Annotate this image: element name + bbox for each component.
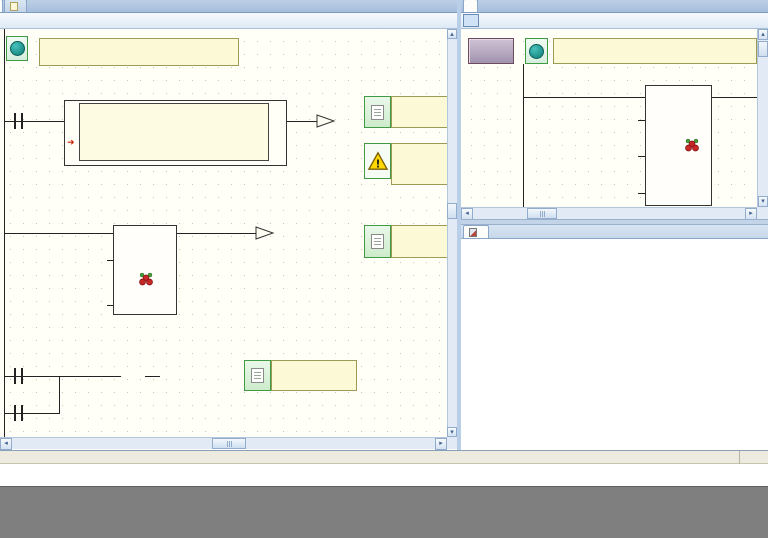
scroll-left-icon[interactable]: ◂: [0, 438, 12, 450]
wire: [712, 97, 757, 98]
scroll-corner: [447, 437, 457, 449]
output-header: [0, 451, 768, 464]
ladder-canvas-right[interactable]: [461, 29, 757, 207]
wire: [638, 120, 645, 121]
network-id[interactable]: [468, 38, 514, 64]
note-block[interactable]: [244, 360, 271, 391]
wire: [638, 156, 645, 157]
wire: [107, 260, 113, 261]
scroll-down-icon[interactable]: ▾: [758, 196, 768, 207]
warning-text[interactable]: [391, 143, 447, 185]
network-comment[interactable]: [39, 38, 239, 66]
cherries-icon: [685, 138, 699, 152]
scroll-corner: [757, 207, 768, 219]
power-rail: [523, 64, 524, 207]
info-icon: [529, 43, 544, 59]
wire: [638, 193, 645, 194]
contact-din6[interactable]: [14, 405, 23, 421]
note-text[interactable]: [391, 96, 447, 128]
branch-wire: [59, 376, 60, 414]
scroll-down-icon[interactable]: ▾: [447, 427, 457, 437]
warning-icon: !: [367, 151, 388, 170]
tab-add-p[interactable]: [463, 225, 489, 238]
info-block[interactable]: [6, 36, 28, 61]
scroll-up-icon[interactable]: ▴: [447, 29, 457, 39]
ladder-canvas-left[interactable]: ➜ !: [0, 29, 447, 437]
select-cursor-icon[interactable]: [463, 14, 479, 27]
mb-init-block[interactable]: [645, 85, 712, 206]
contact-din1[interactable]: [14, 113, 23, 129]
scroll-thumb[interactable]: [212, 438, 246, 449]
wire: [145, 376, 160, 377]
tab-info-txt[interactable]: [4, 0, 27, 12]
code-editor[interactable]: [461, 239, 768, 450]
wire: [5, 233, 113, 234]
script-icon: [469, 227, 477, 237]
left-hscrollbar[interactable]: ◂ ▸: [0, 437, 447, 450]
right-ladder-toolbar: [461, 13, 768, 29]
output-panel: [0, 450, 768, 486]
wire: [177, 233, 256, 234]
network-comment[interactable]: [553, 38, 757, 64]
cherries-icon: [139, 272, 153, 286]
editor-pane-left: ➜ ! ▴ ▾ ◂ ▸: [0, 0, 457, 450]
app-window: ➜ ! ▴ ▾ ◂ ▸ ▴ ▾ ◂ ▸: [0, 0, 768, 538]
warning-block[interactable]: !: [364, 143, 391, 179]
left-ladder-toolbar: [0, 13, 457, 29]
note-text[interactable]: [271, 360, 357, 391]
document-icon: [371, 104, 384, 120]
end-coil[interactable]: [316, 113, 336, 129]
file-icon: [10, 1, 18, 11]
scroll-thumb[interactable]: [527, 208, 557, 219]
desktop-background: [0, 486, 768, 538]
tab-l-sld[interactable]: [0, 0, 3, 12]
scroll-thumb[interactable]: [447, 203, 457, 219]
script-code: [79, 103, 269, 161]
wire: [107, 305, 113, 306]
right-tabbar: [461, 0, 768, 13]
editor-pane-right: ▴ ▾ ◂ ▸: [461, 0, 768, 450]
note-text[interactable]: [391, 225, 447, 258]
mb-load-reg-block[interactable]: [113, 225, 177, 315]
right-hscrollbar[interactable]: ◂ ▸: [461, 207, 757, 220]
scroll-thumb[interactable]: [758, 41, 768, 57]
left-tabbar: [0, 0, 457, 13]
left-vscrollbar[interactable]: ▴ ▾: [447, 29, 457, 437]
column-divider: [739, 451, 740, 464]
tab-inicio-sld[interactable]: [463, 0, 478, 12]
document-icon: [371, 234, 384, 249]
end-coil[interactable]: [255, 225, 275, 241]
contact-din3[interactable]: [14, 368, 23, 384]
note-block[interactable]: [364, 96, 391, 128]
right-vscrollbar[interactable]: ▴ ▾: [757, 29, 768, 207]
script-block[interactable]: ➜: [64, 100, 287, 166]
document-icon: [251, 368, 264, 383]
svg-text:!: !: [375, 157, 380, 170]
wire: [523, 97, 645, 98]
code-tabbar: [461, 225, 768, 239]
info-icon: [9, 41, 25, 56]
note-block[interactable]: [364, 225, 391, 258]
info-block[interactable]: [525, 38, 548, 64]
exec-arrow-icon: ➜: [67, 137, 75, 147]
wire: [287, 121, 317, 122]
scroll-right-icon[interactable]: ▸: [435, 438, 447, 450]
scroll-up-icon[interactable]: ▴: [758, 29, 768, 40]
